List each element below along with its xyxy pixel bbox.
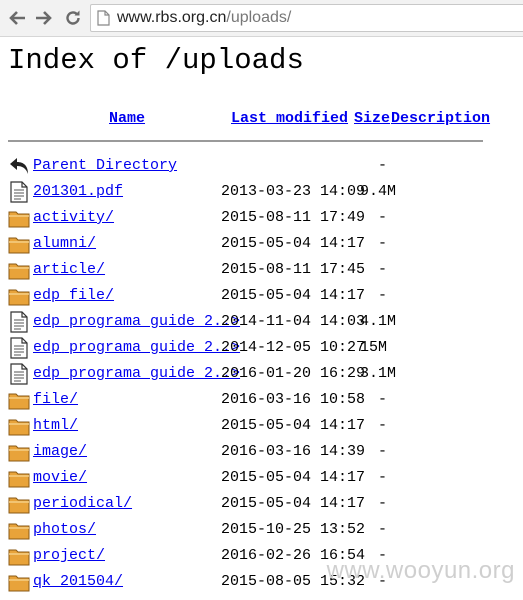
- folder-icon[interactable]: [8, 545, 30, 567]
- listing-row: alumni/2015-05-04 14:17-: [0, 232, 523, 258]
- entry-last-modified: 2015-05-04 14:17: [221, 417, 366, 434]
- column-header-size[interactable]: Size: [354, 110, 390, 127]
- file-icon[interactable]: [8, 337, 30, 359]
- entry-size: -: [377, 391, 387, 408]
- entry-name-link[interactable]: image/: [33, 443, 87, 460]
- listing-row: article/2015-08-11 17:45-: [0, 258, 523, 284]
- entry-last-modified: 2013-03-23 14:09: [221, 183, 366, 200]
- entry-size: -: [377, 443, 387, 460]
- entry-name-link[interactable]: edp file/: [33, 287, 114, 304]
- address-bar[interactable]: www.rbs.org.cn/uploads/: [90, 4, 523, 32]
- entry-name-link[interactable]: periodical/: [33, 495, 132, 512]
- listing-row: edp programa guide 2..> 2014-11-04 14:03 4…: [0, 310, 523, 336]
- listing-row: photos/2015-10-25 13:52-: [0, 518, 523, 544]
- file-icon[interactable]: [8, 363, 30, 385]
- reload-icon: [66, 10, 80, 25]
- entry-last-modified: 2016-01-20 16:29: [221, 365, 366, 382]
- entry-size: -: [377, 261, 387, 278]
- back-button[interactable]: [6, 7, 28, 29]
- page-title: Index of /uploads: [8, 44, 304, 77]
- entry-last-modified: 2014-11-04 14:03: [221, 313, 366, 330]
- forward-button[interactable]: [33, 7, 55, 29]
- entry-last-modified: 2016-03-16 14:39: [221, 443, 366, 460]
- entry-last-modified: 2015-08-11 17:45: [221, 261, 366, 278]
- folder-icon[interactable]: [8, 207, 30, 229]
- listing-row: 201301.pdf 2013-03-23 14:09 9.4M: [0, 180, 523, 206]
- entry-name-link[interactable]: qk 201504/: [33, 573, 123, 590]
- entry-last-modified: 2014-12-05 10:27: [221, 339, 366, 356]
- entry-last-modified: 2015-10-25 13:52: [221, 521, 366, 538]
- header-divider: [8, 140, 483, 142]
- entry-size: 4.1M: [360, 313, 397, 330]
- listing-row: edp file/2015-05-04 14:17-: [0, 284, 523, 310]
- column-header-description[interactable]: Description: [391, 110, 490, 127]
- entry-size: -: [377, 521, 387, 538]
- folder-icon[interactable]: [8, 415, 30, 437]
- entry-size: -: [377, 495, 387, 512]
- watermark: www.wooyun.org: [326, 557, 515, 584]
- folder-icon[interactable]: [8, 233, 30, 255]
- file-icon[interactable]: [8, 311, 30, 333]
- entry-name-link[interactable]: movie/: [33, 469, 87, 486]
- arrow-left-icon: [9, 11, 25, 25]
- listing-row: image/2016-03-16 14:39-: [0, 440, 523, 466]
- reload-button[interactable]: [62, 7, 84, 29]
- folder-icon[interactable]: [8, 389, 30, 411]
- column-header-last-modified[interactable]: Last modified: [231, 110, 348, 127]
- folder-icon[interactable]: [8, 441, 30, 463]
- browser-toolbar: www.rbs.org.cn/uploads/: [0, 0, 523, 37]
- entry-last-modified: 2015-05-04 14:17: [221, 495, 366, 512]
- entry-size: -: [377, 209, 387, 226]
- entry-last-modified: 2015-05-04 14:17: [221, 235, 366, 252]
- folder-icon[interactable]: [8, 571, 30, 593]
- entry-size: 9.4M: [360, 183, 397, 200]
- file-icon[interactable]: [8, 181, 30, 203]
- listing-row: movie/2015-05-04 14:17-: [0, 466, 523, 492]
- entry-name-link[interactable]: edp programa guide 2..>: [33, 365, 240, 382]
- listing-row: file/2016-03-16 10:58-: [0, 388, 523, 414]
- entry-last-modified: 2015-05-04 14:17: [221, 469, 366, 486]
- entry-name-link[interactable]: file/: [33, 391, 78, 408]
- entry-size: -: [377, 287, 387, 304]
- address-url: www.rbs.org.cn/uploads/: [117, 9, 292, 26]
- entry-size: -: [377, 417, 387, 434]
- parent-directory-link[interactable]: Parent Directory: [33, 157, 177, 174]
- entry-name-link[interactable]: photos/: [33, 521, 96, 538]
- listing-row: html/2015-05-04 14:17-: [0, 414, 523, 440]
- entry-last-modified: 2015-05-04 14:17: [221, 287, 366, 304]
- folder-icon[interactable]: [8, 493, 30, 515]
- entry-name-link[interactable]: article/: [33, 261, 105, 278]
- entry-name-link[interactable]: html/: [33, 417, 78, 434]
- entry-last-modified: 2016-03-16 10:58: [221, 391, 366, 408]
- entry-size: -: [377, 469, 387, 486]
- folder-icon[interactable]: [8, 519, 30, 541]
- folder-icon[interactable]: [8, 467, 30, 489]
- page-icon: [97, 10, 110, 26]
- folder-icon[interactable]: [8, 259, 30, 281]
- folder-icon[interactable]: [8, 285, 30, 307]
- entry-name-link[interactable]: activity/: [33, 209, 114, 226]
- parent-directory-row: Parent Directory -: [0, 154, 523, 180]
- entry-name-link[interactable]: alumni/: [33, 235, 96, 252]
- entry-name-link[interactable]: edp programa guide 2..>: [33, 313, 240, 330]
- entry-size: -: [377, 157, 387, 174]
- entry-name-link[interactable]: edp programa guide 2..>: [33, 339, 240, 356]
- entry-name-link[interactable]: 201301.pdf: [33, 183, 123, 200]
- entry-size: -: [377, 235, 387, 252]
- arrow-right-icon: [36, 11, 52, 25]
- listing-row: edp programa guide 2..> 2016-01-20 16:29 3…: [0, 362, 523, 388]
- listing-row: activity/2015-08-11 17:49-: [0, 206, 523, 232]
- entry-size: 15M: [360, 339, 388, 356]
- listing-row: edp programa guide 2..> 2014-12-05 10:27 1…: [0, 336, 523, 362]
- entry-size: 3.1M: [360, 365, 397, 382]
- back-icon[interactable]: [8, 155, 30, 177]
- entry-name-link[interactable]: project/: [33, 547, 105, 564]
- column-header-name[interactable]: Name: [109, 110, 145, 127]
- entry-last-modified: 2015-08-11 17:49: [221, 209, 366, 226]
- listing-row: periodical/2015-05-04 14:17-: [0, 492, 523, 518]
